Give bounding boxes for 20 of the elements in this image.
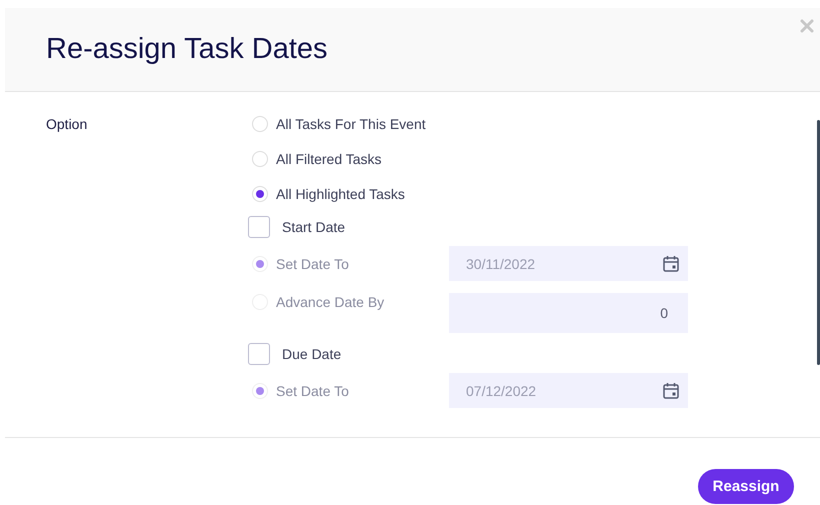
close-icon[interactable]	[800, 19, 814, 33]
checkbox[interactable]	[248, 216, 270, 238]
reassign-button[interactable]: Reassign	[698, 469, 794, 504]
checkbox-label: Due Date	[282, 346, 342, 362]
calendar-icon[interactable]	[662, 382, 680, 400]
scrollbar[interactable]	[817, 120, 820, 365]
field-label: Option	[46, 116, 88, 132]
radio-label: All Highlighted Tasks	[276, 186, 405, 202]
dialog-title: Re-assign Task Dates	[46, 33, 328, 66]
radio-label: Set Date To	[276, 256, 349, 272]
radio-label: All Tasks For This Event	[276, 116, 426, 132]
radio-label: Set Date To	[276, 382, 349, 398]
radio-button[interactable]	[252, 150, 268, 166]
radio-button[interactable]	[252, 116, 268, 132]
checkbox[interactable]	[248, 343, 270, 365]
checkbox-label: Start Date	[282, 219, 346, 235]
radio-button[interactable]	[252, 186, 268, 202]
radio-label: All Filtered Tasks	[276, 150, 382, 166]
calendar-icon[interactable]	[662, 254, 680, 272]
radio-label: Advance Date By	[276, 294, 384, 310]
